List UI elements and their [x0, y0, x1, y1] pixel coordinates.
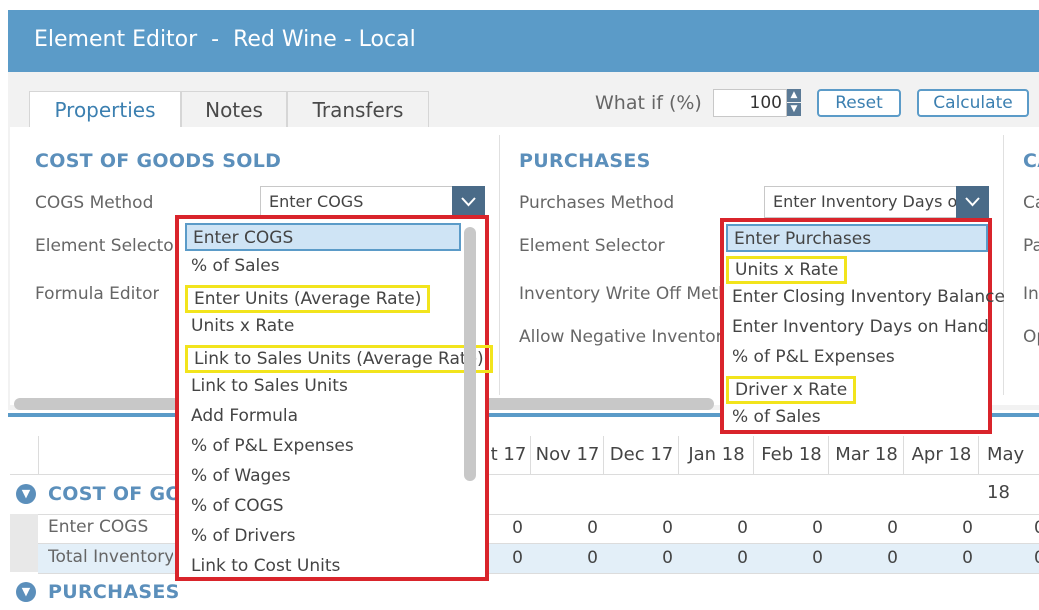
month-header: Feb 18 [753, 436, 829, 474]
grid-cell: 0 [512, 548, 523, 568]
cogs-method-dropdown-list: Enter COGS % of Sales Enter Units (Avera… [175, 215, 493, 581]
row-label: Enter COGS [48, 517, 149, 537]
dropdown-option[interactable]: % of Wages [185, 463, 297, 491]
grid-cell[interactable]: 0 [828, 518, 898, 538]
column-divider [1003, 135, 1004, 395]
grid-cell[interactable]: 0 [903, 518, 973, 538]
collapse-purchases-icon[interactable]: ▼ [16, 582, 36, 602]
dropdown-option-highlighted[interactable]: Link to Sales Units (Average Rate) [185, 345, 493, 373]
month-header: t 17 [485, 436, 531, 474]
grid-section-cogs: COST OF GO [48, 483, 182, 505]
month-header: Mar 18 [828, 436, 904, 474]
dropdown-option-highlighted[interactable]: Enter Units (Average Rate) [185, 285, 431, 313]
dropdown-option[interactable]: Enter Closing Inventory Balance [726, 284, 1011, 312]
cogs-method-label: COGS Method [35, 193, 154, 213]
grid-cell[interactable]: 0 [678, 518, 748, 538]
month-header: Apr 18 [903, 436, 979, 474]
grid-cell[interactable]: 0 [603, 518, 673, 538]
dropdown-option-enter-purchases[interactable]: Enter Purchases [726, 224, 988, 252]
grid-cell: 0 [887, 548, 898, 568]
what-if-label: What if (%) [595, 92, 702, 114]
allow-negative-inventory-label: Allow Negative Inventory [519, 327, 722, 347]
third-column-label: Pa [1023, 236, 1039, 256]
tab-properties[interactable]: Properties [29, 91, 181, 130]
grid-cell: 0 [737, 548, 748, 568]
chevron-down-icon [965, 197, 980, 207]
column-divider [499, 135, 500, 395]
dropdown-option[interactable]: Units x Rate [185, 313, 300, 341]
cogs-heading: COST OF GOODS SOLD [35, 150, 282, 172]
grid-cell: 0 [978, 548, 1039, 568]
grid-section-purchases: PURCHASES [48, 581, 180, 603]
chevron-down-icon [461, 197, 476, 207]
dropdown-option[interactable]: % of Sales [185, 253, 286, 281]
grid-cell[interactable]: 0 [530, 518, 598, 538]
what-if-stepper[interactable]: ▲ ▼ [787, 89, 802, 117]
dropdown-option-enter-cogs[interactable]: Enter COGS [185, 223, 461, 251]
dropdown-option[interactable]: % of P&L Expenses [726, 344, 901, 372]
row-label: Total Inventory [48, 547, 173, 567]
dropdown-option[interactable]: % of COGS [185, 493, 290, 521]
what-if-input[interactable]: 100 [713, 89, 787, 117]
purchases-method-dropdown-button[interactable] [956, 186, 989, 218]
grid-divider [38, 436, 39, 474]
third-column-label: Op [1023, 327, 1039, 347]
third-column-heading: CA [1023, 150, 1039, 172]
title-bar: Element Editor - Red Wine - Local [8, 10, 1039, 72]
dropdown-option[interactable]: Add Formula [185, 403, 304, 431]
cogs-formula-editor-label: Formula Editor [35, 284, 160, 304]
month-header: Jan 18 [678, 436, 754, 474]
cogs-element-selector-label: Element Selector [35, 236, 175, 256]
dropdown-option[interactable]: % of P&L Expenses [185, 433, 360, 461]
month-header: May 18 [978, 436, 1039, 503]
purchases-method-dropdown-list: Enter Purchases Units x Rate Enter Closi… [720, 218, 1005, 434]
cogs-method-dropdown-button[interactable] [452, 186, 485, 218]
dropdown-option[interactable]: Enter Inventory Days on Hand [726, 314, 995, 342]
calculate-button[interactable]: Calculate [917, 89, 1029, 117]
grid-cell: 0 [587, 548, 598, 568]
grid-cell[interactable]: 0 [753, 518, 823, 538]
dropdown-option-highlighted[interactable]: Driver x Rate [726, 376, 857, 404]
tab-notes[interactable]: Notes [181, 91, 287, 127]
month-header: Nov 17 [530, 436, 604, 474]
cogs-method-select[interactable]: Enter COGS [260, 186, 453, 218]
dropdown-option[interactable]: % of Drivers [185, 523, 302, 551]
purchases-method-select[interactable]: Enter Inventory Days o [764, 186, 957, 218]
tab-transfers[interactable]: Transfers [287, 91, 429, 127]
purchases-method-label: Purchases Method [519, 193, 675, 213]
third-column-label: In [1023, 284, 1039, 304]
dropdown-option[interactable]: Link to Sales Units [185, 373, 354, 401]
purchases-element-selector-label: Element Selector [519, 236, 665, 256]
grid-cell[interactable]: 0 [978, 518, 1039, 538]
reset-button[interactable]: Reset [817, 89, 901, 117]
row-gutter [10, 514, 38, 572]
grid-cell: 0 [662, 548, 673, 568]
month-header: Dec 17 [603, 436, 679, 474]
chevron-up-icon[interactable]: ▲ [787, 89, 801, 102]
grid-cell[interactable]: 0 [485, 518, 523, 538]
dropdown-scrollbar[interactable] [464, 227, 476, 481]
dropdown-option-highlighted[interactable]: Units x Rate [726, 256, 848, 284]
collapse-cogs-icon[interactable]: ▼ [16, 484, 36, 504]
inventory-write-off-label: Inventory Write Off Meth [519, 284, 722, 304]
third-column-label: Ca [1023, 193, 1039, 213]
grid-cell: 0 [962, 548, 973, 568]
window-title: Element Editor - Red Wine - Local [34, 27, 416, 52]
dropdown-option[interactable]: Link to Cost Units [185, 553, 346, 581]
chevron-down-icon[interactable]: ▼ [787, 103, 801, 116]
purchases-heading: PURCHASES [519, 150, 651, 172]
dropdown-option[interactable]: % of Sales [726, 404, 827, 432]
grid-cell: 0 [812, 548, 823, 568]
